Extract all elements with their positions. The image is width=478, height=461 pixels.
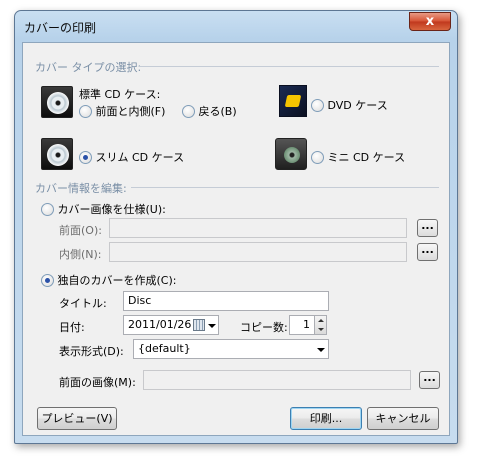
chevron-down-icon[interactable] xyxy=(208,324,216,328)
spin-down-icon[interactable] xyxy=(318,328,324,331)
mini-label: ミニ CD ケース xyxy=(327,151,406,164)
create-cover-label: 独自のカバーを作成(C): xyxy=(57,274,177,287)
cancel-button[interactable]: キャンセル xyxy=(367,407,439,430)
close-icon: x xyxy=(425,14,435,29)
format-value: {default} xyxy=(138,342,191,355)
divider xyxy=(139,66,439,67)
dvd-radio[interactable]: DVD ケース xyxy=(311,97,388,113)
cover-info-heading: カバー情報を編集: xyxy=(35,180,439,195)
inner-browse-button[interactable]: ... xyxy=(417,243,438,261)
format-label: 表示形式(D): xyxy=(59,345,124,358)
close-button[interactable]: x xyxy=(409,12,451,31)
window-title: カバーの印刷 xyxy=(24,21,97,35)
back-label: 戻る(B) xyxy=(198,105,237,118)
preview-button[interactable]: プレビュー(V) xyxy=(37,407,117,430)
mini-radio[interactable]: ミニ CD ケース xyxy=(311,149,405,165)
back-radio[interactable]: 戻る(B) xyxy=(182,103,237,119)
create-cover-radio[interactable]: 独自のカバーを作成(C): xyxy=(41,272,176,288)
calendar-icon[interactable] xyxy=(193,319,205,331)
title-bar[interactable]: カバーの印刷 x xyxy=(15,11,457,41)
title-input[interactable]: Disc xyxy=(123,291,329,311)
date-value: 2011/01/26 xyxy=(128,318,192,331)
front-inner-label: 前面と内側(F) xyxy=(95,105,166,118)
dvd-case-icon xyxy=(279,85,307,117)
copies-spinner[interactable] xyxy=(314,315,327,335)
inner-label: 内側(N): xyxy=(59,248,102,261)
cover-info-heading-text: カバー情報を編集: xyxy=(35,182,127,195)
slim-cd-case-icon xyxy=(41,138,73,170)
print-cover-dialog: カバーの印刷 x カバー タイプの選択: 標準 CD ケース: 前面と内側(F)… xyxy=(14,10,458,444)
title-label: タイトル: xyxy=(59,297,107,310)
use-images-radio[interactable]: カバー画像を仕様(U): xyxy=(41,201,166,217)
front-label: 前面(O): xyxy=(59,224,102,237)
radio-icon xyxy=(311,99,324,112)
slim-radio[interactable]: スリム CD ケース xyxy=(79,149,184,165)
front-inner-radio[interactable]: 前面と内側(F) xyxy=(79,103,165,119)
cover-type-heading-text: カバー タイプの選択: xyxy=(35,61,142,74)
format-select[interactable]: {default} xyxy=(133,339,329,359)
copies-label: コピー数: xyxy=(240,321,288,334)
divider xyxy=(131,187,439,188)
radio-icon xyxy=(41,203,54,216)
inner-image-field[interactable] xyxy=(109,242,407,262)
radio-icon xyxy=(79,151,92,164)
cd-case-icon xyxy=(41,86,73,118)
dvd-label: DVD ケース xyxy=(327,99,388,112)
radio-icon xyxy=(41,274,54,287)
radio-icon xyxy=(182,105,195,118)
front-image-browse-button[interactable]: ... xyxy=(419,371,440,389)
slim-label: スリム CD ケース xyxy=(95,151,185,164)
front-image-label: 前面の画像(M): xyxy=(59,376,136,389)
mini-cd-case-icon xyxy=(275,138,307,170)
front-image-field[interactable] xyxy=(109,218,407,238)
cover-type-heading: カバー タイプの選択: xyxy=(35,59,439,74)
front-browse-button[interactable]: ... xyxy=(417,219,438,237)
spin-up-icon[interactable] xyxy=(318,319,324,322)
front-image-input[interactable] xyxy=(143,370,411,390)
copies-input[interactable]: 1 xyxy=(289,315,315,335)
radio-icon xyxy=(311,151,324,164)
chevron-down-icon[interactable] xyxy=(317,348,325,352)
print-button[interactable]: 印刷... xyxy=(290,407,362,430)
radio-icon xyxy=(79,105,92,118)
date-label: 日付: xyxy=(59,321,85,334)
dialog-content: カバー タイプの選択: 標準 CD ケース: 前面と内側(F) 戻る(B) DV… xyxy=(22,42,450,436)
use-images-label: カバー画像を仕様(U): xyxy=(57,203,166,216)
standard-cd-label: 標準 CD ケース: xyxy=(79,88,161,101)
